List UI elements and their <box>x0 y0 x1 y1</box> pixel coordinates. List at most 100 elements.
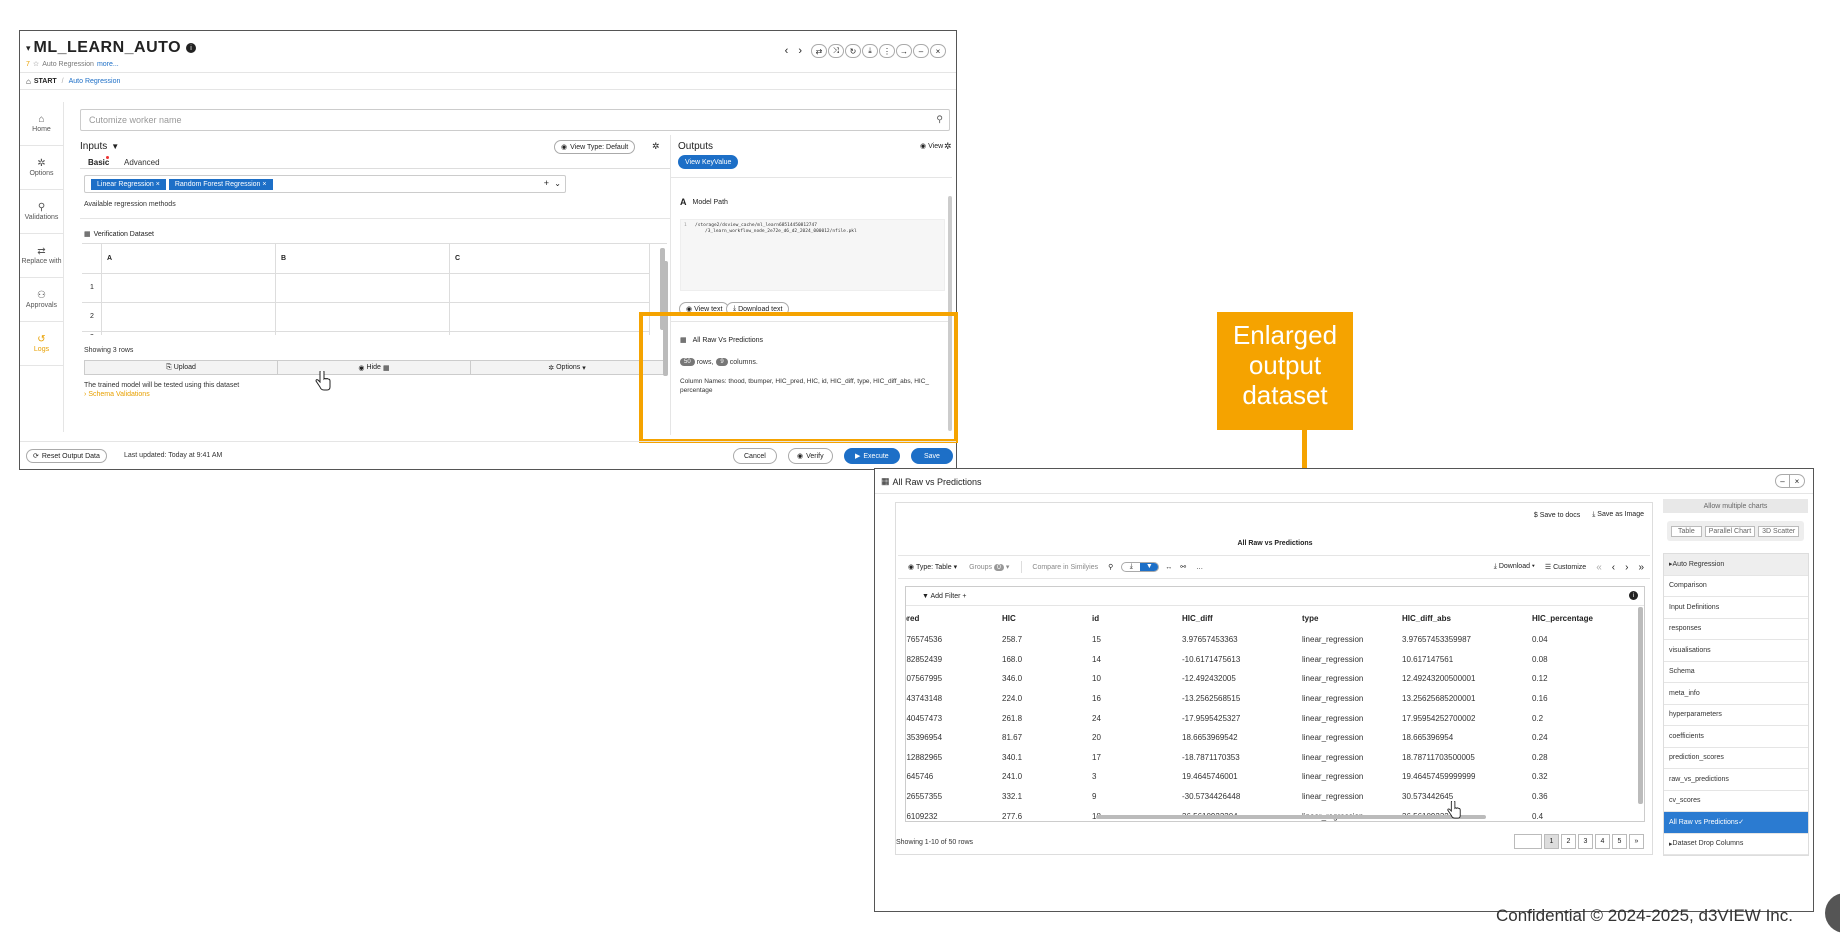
filter-icon[interactable]: ▼ <box>1140 563 1159 571</box>
compare-button[interactable]: Compare in Similyies <box>1032 564 1098 571</box>
worker-name-field[interactable]: Cutomize worker name ⚲ <box>80 109 950 131</box>
close-icon[interactable]: × <box>930 44 946 58</box>
dataset-menu-item[interactable]: ▸ Auto Regression <box>1664 554 1808 576</box>
star-icon[interactable]: ☆ <box>33 60 39 68</box>
column-header-a[interactable]: A <box>107 255 112 262</box>
sidebar-item-logs[interactable]: ↺ Logs <box>20 322 63 366</box>
prev-icon[interactable]: ‹ <box>785 45 789 57</box>
save-image-button[interactable]: ⤓ Save as Image <box>1592 511 1644 519</box>
verify-button[interactable]: ◉ Verify <box>788 448 833 464</box>
dataset-menu-item[interactable]: coefficients <box>1664 726 1808 748</box>
dataset-menu-item[interactable]: responses <box>1664 619 1808 640</box>
cancel-button[interactable]: Cancel <box>733 448 777 464</box>
table-row[interactable]: 326557355 332.1 9 -30.5734426448 linear_regr… <box>906 787 1628 807</box>
column-header[interactable]: HIC_diff_abs <box>1398 606 1528 630</box>
breadcrumb-auto-regression[interactable]: Auto Regression <box>69 78 121 85</box>
expand-icon[interactable]: ↔ <box>1165 564 1172 571</box>
execute-button[interactable]: ▶ Execute <box>844 448 900 464</box>
table-vscrollbar[interactable] <box>1638 607 1643 804</box>
dataset-menu-item[interactable]: hyperparameters <box>1664 705 1808 726</box>
table-row[interactable]: 335396954 81.67 20 18.6653969542 linear_regr… <box>906 728 1628 748</box>
table-row[interactable]: 3645746 241.0 3 19.4645746001 linear_regress… <box>906 767 1628 787</box>
type-select[interactable]: ◉ Type: Table ▾ <box>908 563 957 571</box>
column-header-b[interactable]: B <box>281 255 286 262</box>
close-icon[interactable]: × <box>1790 475 1804 487</box>
schema-validations-link[interactable]: Schema Validations <box>88 391 149 398</box>
home-icon[interactable]: ⌂ <box>26 77 31 86</box>
dataset-menu-item[interactable]: visualisations <box>1664 640 1808 662</box>
column-header[interactable]: HIC_percentage <box>1528 606 1628 630</box>
swap-icon[interactable]: ⇄ <box>811 44 827 58</box>
more-icon[interactable]: … <box>1196 564 1203 571</box>
column-header[interactable]: HIC_diff <box>1178 606 1298 630</box>
sidebar-item-validations[interactable]: ⚲ Validations <box>20 190 63 234</box>
page-button[interactable]: 3 <box>1578 834 1593 849</box>
table-row[interactable]: 307567995 346.0 10 -12.492432005 linear_regr… <box>906 669 1628 689</box>
tab-basic[interactable]: Basic <box>88 158 109 167</box>
link-icon[interactable]: ⚲ <box>936 114 943 125</box>
grid-cell[interactable] <box>276 303 450 332</box>
allow-multiple-charts-button[interactable]: Allow multiple charts <box>1663 499 1808 513</box>
more-vertical-icon[interactable]: ⋮ <box>879 44 895 58</box>
grid-cell[interactable] <box>276 274 450 303</box>
column-header[interactable]: id <box>1088 606 1178 630</box>
save-button[interactable]: Save <box>911 448 953 464</box>
sidebar-item-replace[interactable]: ⇄ Replace with <box>20 234 63 278</box>
first-page-icon[interactable]: « <box>1596 562 1602 573</box>
dataset-menu-item[interactable]: Schema <box>1664 662 1808 683</box>
sidebar-item-approvals[interactable]: ⚇ Approvals <box>20 278 63 322</box>
chevron-down-icon[interactable]: ⌄ <box>554 179 561 188</box>
table-row[interactable]: 743743148 224.0 16 -13.2562568515 linear_reg… <box>906 689 1628 709</box>
chevron-down-icon[interactable]: ▼ <box>111 142 119 151</box>
last-page-icon[interactable]: » <box>1638 562 1644 573</box>
upload-button[interactable]: ⎘ Upload <box>84 360 278 375</box>
view-button[interactable]: ◉ View <box>920 142 943 151</box>
page-first[interactable] <box>1514 834 1542 849</box>
page-button[interactable]: 4 <box>1595 834 1610 849</box>
next-page-icon[interactable]: › <box>1625 562 1628 573</box>
column-header[interactable]: HIC <box>998 606 1088 630</box>
grid-cell[interactable] <box>450 274 650 303</box>
table-row[interactable]: 376574536 258.7 15 3.97657453363 linear_regr… <box>906 630 1628 650</box>
next-icon[interactable]: › <box>798 45 802 57</box>
sidebar-item-home[interactable]: ⌂ Home <box>20 102 63 146</box>
groups-select[interactable]: Groups 0 ▾ <box>969 563 1009 571</box>
table-row[interactable]: 140457473 261.8 24 -17.9595425327 linear_reg… <box>906 708 1628 728</box>
hide-button[interactable]: ◉ Hide ▦ <box>278 360 471 375</box>
dataset-menu-item[interactable]: prediction_scores <box>1664 748 1808 769</box>
forward-icon[interactable]: → <box>896 44 912 58</box>
grid-cell[interactable] <box>102 303 276 332</box>
view-keyvalue-button[interactable]: View KeyValue <box>678 155 739 169</box>
minimize-icon[interactable]: – <box>913 44 929 58</box>
download-icon[interactable]: ⤓ <box>862 44 878 58</box>
reset-output-button[interactable]: ⟳ Reset Output Data <box>26 449 107 463</box>
page-next[interactable]: » <box>1629 834 1644 849</box>
view-parallel-button[interactable]: Parallel Chart <box>1704 525 1756 537</box>
method-tag-random-forest[interactable]: Random Forest Regression × <box>168 178 273 190</box>
prev-page-icon[interactable]: ‹ <box>1612 562 1615 573</box>
add-filter-button[interactable]: ▼ Add Filter + <box>922 593 967 600</box>
column-header[interactable]: type <box>1298 606 1398 630</box>
dataset-menu-item[interactable]: All Raw vs Predictions ✓ <box>1664 812 1808 834</box>
grid-cell[interactable] <box>102 274 276 303</box>
table-row[interactable]: 182852439 168.0 14 -10.6171475613 linear_reg… <box>906 650 1628 670</box>
pin-icon[interactable]: ⚲ <box>1108 563 1113 571</box>
link-icon[interactable]: ⚯ <box>1180 563 1186 571</box>
add-icon[interactable]: + <box>544 178 549 188</box>
gear-icon[interactable]: ✲ <box>652 141 660 152</box>
sidebar-item-options[interactable]: ✲ Options <box>20 146 63 190</box>
page-button[interactable]: 5 <box>1612 834 1627 849</box>
methods-select[interactable]: Linear Regression × Random Forest Regres… <box>84 175 566 193</box>
page-button[interactable]: 2 <box>1561 834 1576 849</box>
table-row[interactable]: 312882965 340.1 17 -18.7871170353 linear_reg… <box>906 748 1628 768</box>
column-header[interactable]: pred <box>906 606 998 630</box>
dataset-menu-item[interactable]: raw_vs_predictions <box>1664 769 1808 791</box>
method-tag-linear[interactable]: Linear Regression × <box>91 178 166 190</box>
customize-button[interactable]: ☰ Customize <box>1545 563 1586 571</box>
download-button[interactable]: ⤓ Download ▾ <box>1494 563 1535 571</box>
dataset-menu-item[interactable]: ▸ Dataset Drop Columns <box>1664 834 1808 855</box>
dataset-menu-item[interactable]: cv_scores <box>1664 791 1808 812</box>
view-3d-button[interactable]: 3D Scatter <box>1758 525 1800 537</box>
tab-advanced[interactable]: Advanced <box>124 158 160 167</box>
table-hscrollbar[interactable] <box>1096 815 1486 819</box>
